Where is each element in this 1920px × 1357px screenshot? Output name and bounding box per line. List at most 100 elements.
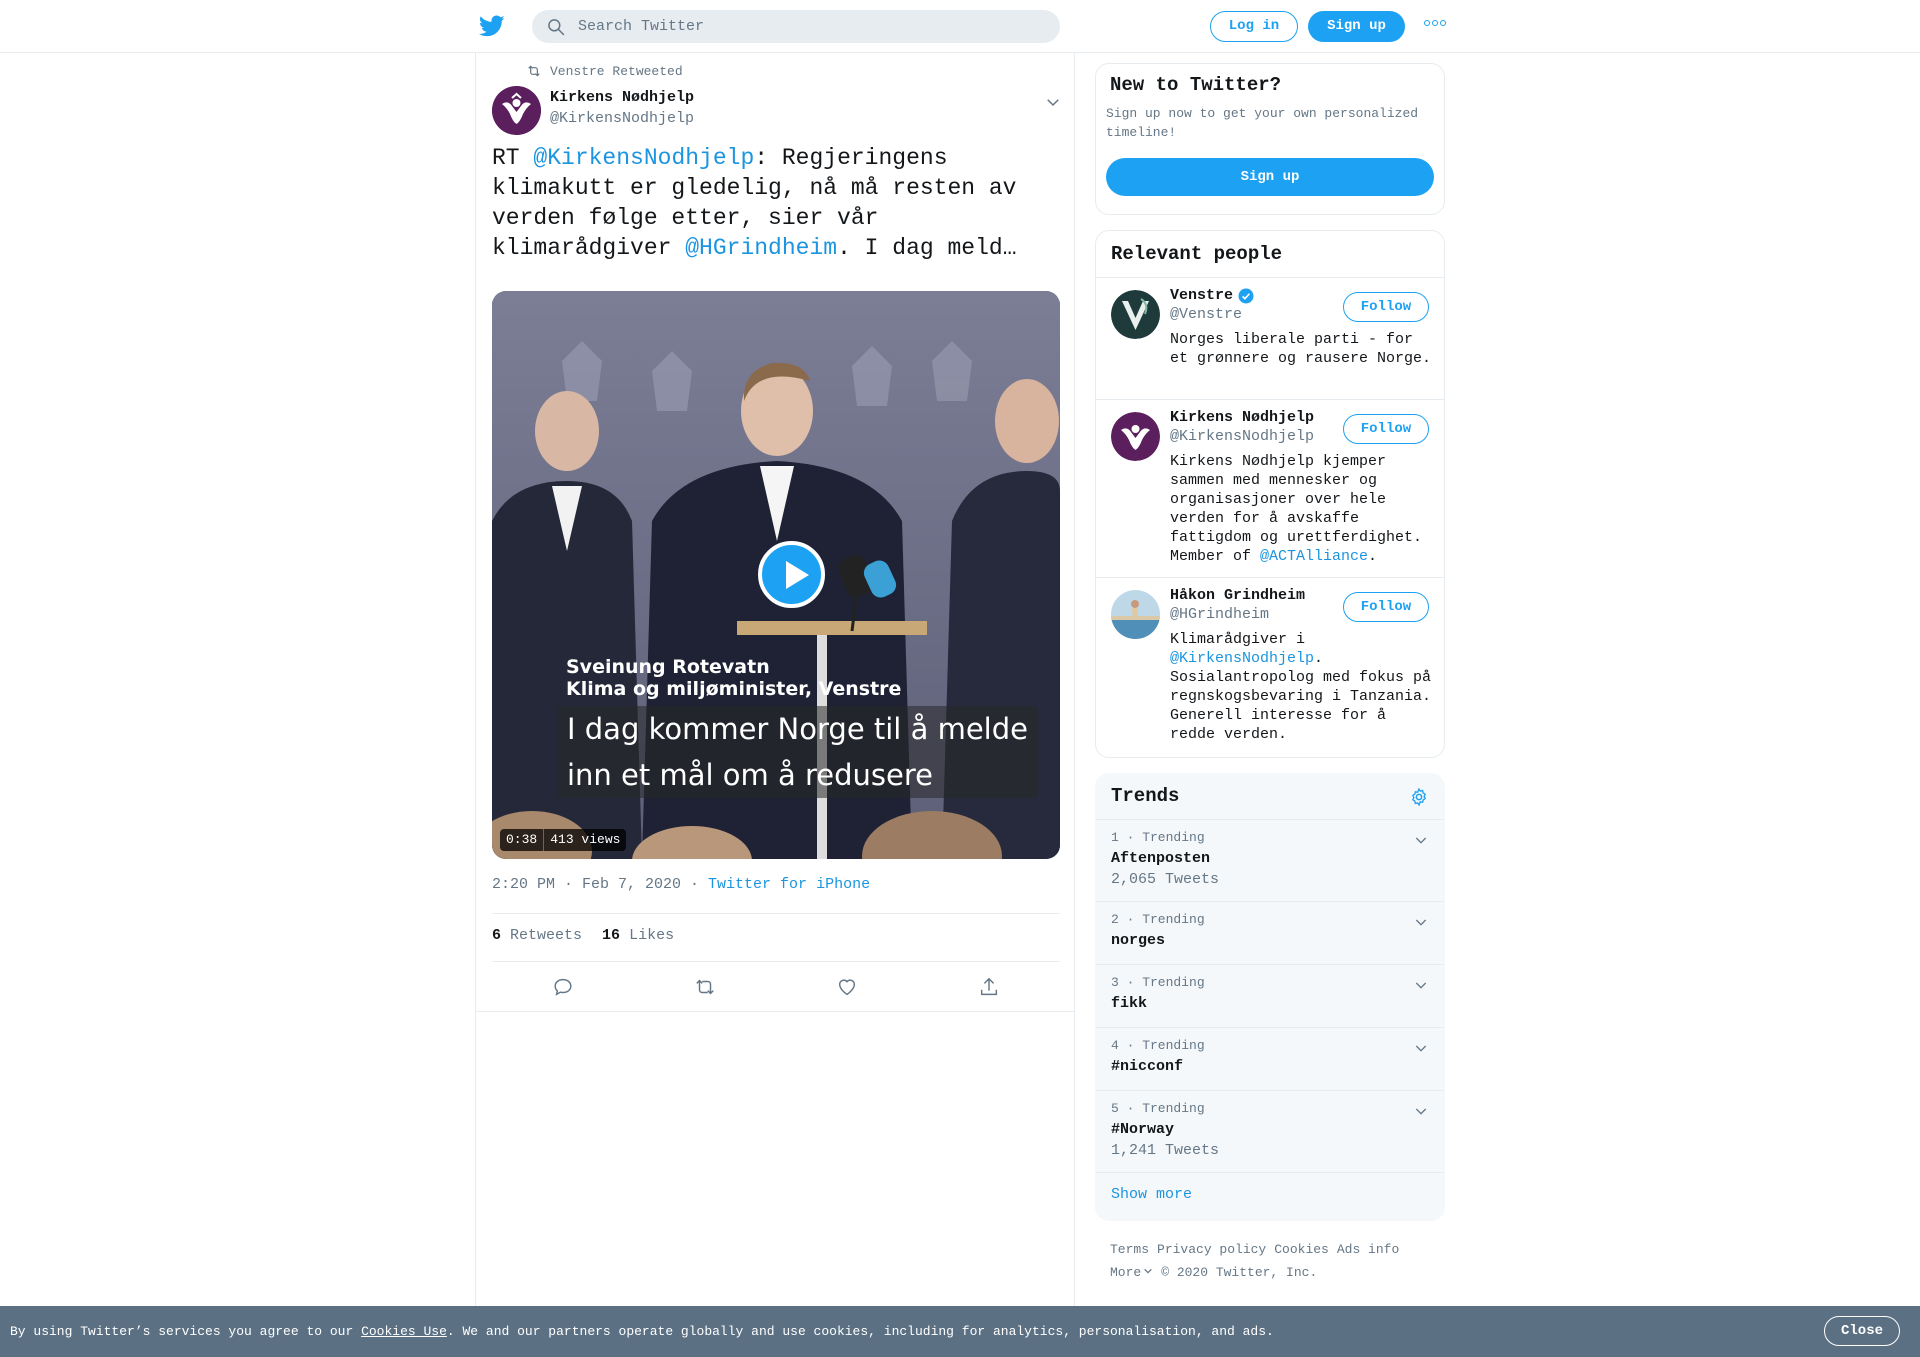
person-name[interactable]: Håkon Grindheim [1170, 586, 1305, 605]
video-duration: 0:38 [506, 832, 538, 847]
subtitle-line: inn et mål om å redusere [567, 758, 933, 792]
cookie-text-after: . We and our partners operate globally a… [446, 1324, 1274, 1339]
tweet-source-link[interactable]: Twitter for iPhone [708, 876, 870, 893]
footer-ads-link[interactable]: Ads info [1337, 1242, 1399, 1257]
sidebar-signup-button[interactable]: Sign up [1106, 158, 1434, 196]
chevron-down-icon[interactable] [1413, 832, 1429, 848]
footer-more-link[interactable]: More [1110, 1265, 1153, 1280]
avatar[interactable] [1111, 290, 1160, 339]
chevron-down-icon[interactable] [1413, 914, 1429, 930]
person-item[interactable]: Håkon Grindheim @HGrindheim Klimarådgive… [1096, 578, 1444, 756]
play-button[interactable] [758, 541, 825, 608]
search-box[interactable] [532, 10, 1060, 43]
trend-name[interactable]: #nicconf [1111, 1056, 1429, 1077]
chevron-down-icon [1144, 1268, 1152, 1274]
mention-link[interactable]: @HGrindheim [685, 235, 837, 261]
search-input[interactable] [578, 18, 1018, 35]
top-navigation-bar: Log in Sign up [0, 0, 1920, 53]
retweet-context-text: Venstre Retweeted [550, 63, 683, 79]
person-name[interactable]: Kirkens Nødhjelp [1170, 408, 1314, 427]
share-icon[interactable] [978, 976, 1000, 998]
trend-name[interactable]: norges [1111, 930, 1429, 951]
trend-name[interactable]: fikk [1111, 993, 1429, 1014]
lower-third: Sveinung Rotevatn Klima og miljøminister… [566, 656, 901, 700]
tweet-stats: 6 Retweets 16 Likes [492, 927, 674, 944]
tweet-text-prefix: RT [492, 145, 534, 171]
bio-text: . [1368, 548, 1378, 565]
likes-label: Likes [629, 927, 675, 944]
retweets-stat[interactable]: 6 Retweets [492, 927, 582, 944]
mention-link[interactable]: @KirkensNodhjelp [1170, 650, 1314, 667]
footer-privacy-link[interactable]: Privacy policy [1157, 1242, 1266, 1257]
likes-count: 16 [602, 927, 621, 944]
person-item[interactable]: Venstre @Venstre Norges liberale parti -… [1096, 278, 1444, 400]
footer-copyright: © 2020 Twitter, Inc. [1161, 1265, 1318, 1280]
trend-rank: 5 · Trending [1111, 1101, 1205, 1116]
like-heart-icon[interactable] [836, 976, 858, 998]
venstre-logo-icon [1111, 290, 1160, 339]
follow-button[interactable]: Follow [1343, 414, 1429, 444]
video-player[interactable]: Sveinung Rotevatn Klima og miljøminister… [492, 291, 1060, 859]
chevron-down-icon[interactable] [1413, 1040, 1429, 1056]
person-name[interactable]: Venstre [1170, 286, 1233, 305]
show-more-link[interactable]: Show more [1096, 1173, 1444, 1216]
trend-item[interactable]: 2 · Trending norges [1096, 902, 1444, 965]
author-handle[interactable]: @KirkensNodhjelp [550, 110, 694, 127]
divider [492, 961, 1060, 962]
trend-count: 2,065 Tweets [1111, 871, 1220, 888]
retweet-icon [528, 65, 540, 77]
chevron-down-icon[interactable] [1413, 1103, 1429, 1119]
mention-link[interactable]: @ACTAlliance [1260, 548, 1368, 565]
avatar[interactable] [1111, 590, 1160, 639]
person-bio: Norges liberale parti - for et grønnere … [1170, 331, 1432, 367]
twitter-bird-icon[interactable] [479, 13, 505, 39]
cookie-text-before: By using Twitter’s services you agree to… [10, 1324, 362, 1339]
retweets-label: Retweets [510, 927, 583, 944]
mention-link[interactable]: @KirkensNodhjelp [533, 145, 754, 171]
signup-button[interactable]: Sign up [1308, 11, 1405, 42]
trend-item[interactable]: 3 · Trending fikk [1096, 965, 1444, 1028]
trend-item[interactable]: 4 · Trending #nicconf [1096, 1028, 1444, 1091]
author-name[interactable]: Kirkens Nødhjelp [550, 89, 694, 106]
trend-rank: 1 · Trending [1111, 830, 1205, 845]
trend-rank: 2 · Trending [1111, 912, 1205, 927]
bio-text: Klimarådgiver i [1170, 631, 1306, 648]
trends-card: Trends 1 · Trending Aftenposten 2,065 Tw… [1095, 773, 1445, 1221]
trend-item[interactable]: 1 · Trending Aftenposten 2,065 Tweets [1096, 820, 1444, 902]
trend-name[interactable]: Aftenposten [1111, 848, 1429, 869]
tweet-timestamp[interactable]: 2:20 PM · Feb 7, 2020 [492, 876, 681, 893]
person-item[interactable]: Kirkens Nødhjelp @KirkensNodhjelp Kirken… [1096, 400, 1444, 578]
follow-button[interactable]: Follow [1343, 292, 1429, 322]
trend-name[interactable]: #Norway [1111, 1119, 1429, 1140]
chevron-down-icon[interactable] [1413, 977, 1429, 993]
trend-item[interactable]: 5 · Trending #Norway 1,241 Tweets [1096, 1091, 1444, 1173]
close-button[interactable]: Close [1824, 1316, 1900, 1346]
video-views: 413 views [543, 829, 626, 851]
relevant-people-card: Relevant people Venstre @Venstre Norges … [1095, 230, 1445, 758]
tweet-meta: 2:20 PM · Feb 7, 2020 · Twitter for iPho… [492, 876, 870, 893]
avatar[interactable] [1111, 412, 1160, 461]
retweet-icon[interactable] [694, 976, 716, 998]
more-options-icon[interactable] [1424, 20, 1446, 26]
footer-cookies-link[interactable]: Cookies [1274, 1242, 1329, 1257]
profile-photo [1111, 590, 1160, 639]
cookie-text: By using Twitter’s services you agree to… [10, 1324, 1274, 1339]
gear-icon[interactable] [1409, 787, 1429, 807]
trend-rank: 4 · Trending [1111, 1038, 1205, 1053]
footer-links: Terms Privacy policy Cookies Ads info More ©… [1110, 1238, 1450, 1284]
card-title: Relevant people [1111, 243, 1283, 265]
meta-separator: · [681, 876, 709, 893]
new-to-twitter-card: New to Twitter? Sign up now to get your … [1095, 63, 1445, 215]
person-bio: Klimarådgiver i @KirkensNodhjelp. Sosial… [1170, 630, 1432, 744]
login-button[interactable]: Log in [1210, 11, 1298, 42]
follow-button[interactable]: Follow [1343, 592, 1429, 622]
card-title: New to Twitter? [1110, 74, 1282, 96]
divider [476, 1011, 1074, 1012]
chevron-down-icon[interactable] [1044, 93, 1062, 111]
footer-terms-link[interactable]: Terms [1110, 1242, 1149, 1257]
reply-icon[interactable] [552, 976, 574, 998]
tweet-actions [492, 976, 1060, 998]
author-avatar[interactable] [492, 86, 541, 135]
likes-stat[interactable]: 16 Likes [602, 927, 674, 944]
cookies-use-link[interactable]: Cookies Use [361, 1324, 447, 1339]
